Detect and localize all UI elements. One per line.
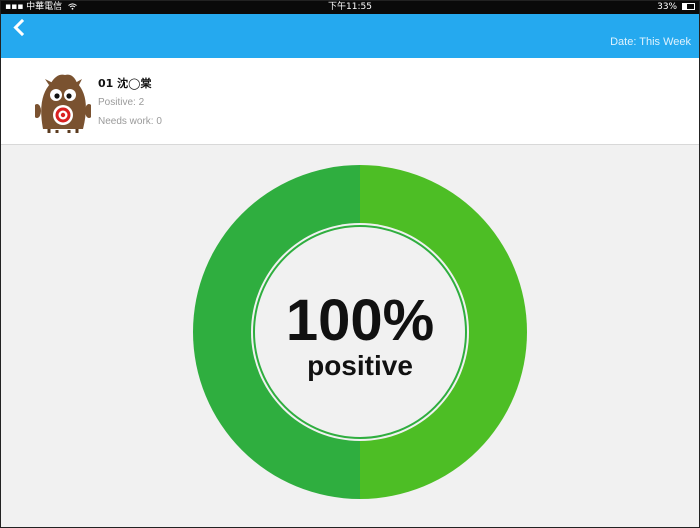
battery-indicator: 33% <box>657 1 695 14</box>
monster-avatar-icon <box>35 74 91 133</box>
chevron-left-icon <box>13 18 25 37</box>
center-percent: 100% <box>286 288 434 353</box>
student-name: 01 沈◯棠 <box>98 77 152 90</box>
battery-icon <box>682 3 695 10</box>
avatar[interactable] <box>35 71 91 133</box>
date-filter-button[interactable]: Date: This Week <box>610 36 691 48</box>
needs-work-count: Needs work: 0 <box>98 116 162 127</box>
positive-donut-chart: 100% positive <box>193 165 527 499</box>
status-bar: ▪▪▪ 中華電信 下午11:55 33% <box>1 1 699 14</box>
student-panel: 01 沈◯棠 Positive: 2 Needs work: 0 <box>1 58 699 145</box>
nav-bar: Date: This Week <box>1 14 699 58</box>
back-button[interactable] <box>7 14 33 40</box>
battery-percent: 33% <box>657 2 678 12</box>
app-frame: ▪▪▪ 中華電信 下午11:55 33% Date: This Week 01 … <box>0 0 700 528</box>
status-time: 下午11:55 <box>328 2 372 12</box>
positive-count: Positive: 2 <box>98 97 145 108</box>
center-label: positive <box>307 350 413 381</box>
